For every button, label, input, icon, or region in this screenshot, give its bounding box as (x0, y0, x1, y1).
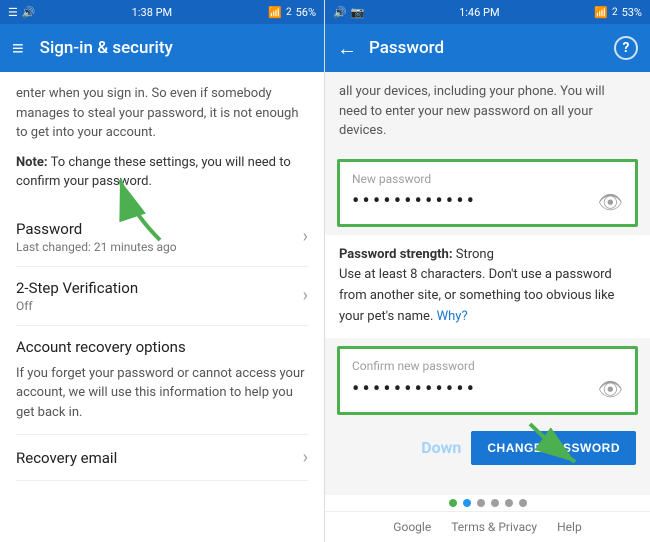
status-right-icons-left: 📶 2 56% (268, 6, 316, 19)
new-password-dots: •••••••••••• (352, 191, 477, 213)
top-bar-right: ← Password ? (325, 24, 650, 72)
wifi-icon-left: 📶 (268, 6, 282, 19)
change-password-row: Down CHANGE PASSWORD (325, 423, 650, 473)
recovery-email-info: Recovery email (16, 449, 303, 467)
battery-icon-right: 53% (622, 6, 642, 19)
battery-icon-left: 56% (296, 6, 316, 19)
why-link[interactable]: Why? (437, 309, 468, 324)
password-item-info: Password Last changed: 21 minutes ago (16, 220, 303, 254)
right-panel-title: Password (369, 38, 444, 58)
left-content: enter when you sign in. So even if someb… (0, 72, 324, 542)
dot-5 (505, 499, 513, 507)
help-icon[interactable]: ? (614, 36, 638, 60)
password-strength-section: Password strength: Strong Use at least 8… (325, 235, 650, 338)
left-panel: ☰ 🔊 1:38 PM 📶 2 56% ≡ Sign-in & security… (0, 0, 325, 542)
confirm-password-dots: •••••••••••• (352, 377, 477, 402)
strength-value: Strong (456, 247, 494, 262)
two-step-item-title: 2-Step Verification (16, 279, 303, 297)
footer-terms-link[interactable]: Terms & Privacy (451, 520, 537, 534)
intro-text: enter when you sign in. So even if someb… (16, 84, 308, 143)
two-step-chevron-icon: › (303, 285, 308, 306)
password-top-text: all your devices, including your phone. … (325, 72, 650, 151)
status-left-icons: ☰ 🔊 (8, 6, 36, 19)
dot-1 (449, 499, 457, 507)
recovery-email-menu-item[interactable]: Recovery email › (16, 435, 308, 481)
image-icon-right: 📷 (351, 6, 365, 19)
menu-status-icon: ☰ (8, 6, 18, 19)
new-password-row: •••••••••••• 👁 (352, 190, 623, 214)
top-bar-left: ≡ Sign-in & security (0, 24, 324, 72)
right-panel: 🔊 📷 1:46 PM 📶 2 53% ← Password ? all you… (325, 0, 650, 542)
watermark-text: Down (421, 438, 461, 457)
dot-indicators (325, 495, 650, 511)
password-item-title: Password (16, 220, 303, 238)
footer-help-link[interactable]: Help (557, 520, 582, 534)
strength-label: Password strength: Strong (339, 245, 636, 266)
new-password-eye-icon[interactable]: 👁 (598, 190, 623, 214)
strength-desc: Use at least 8 characters. Don't use a p… (339, 265, 636, 327)
volume-icon: 🔊 (22, 6, 36, 19)
status-bar-right: 🔊 📷 1:46 PM 📶 2 53% (325, 0, 650, 24)
back-icon[interactable]: ← (337, 36, 357, 61)
confirm-password-eye-icon[interactable]: 👁 (598, 377, 623, 401)
dot-4 (491, 499, 499, 507)
right-content: all your devices, including your phone. … (325, 72, 650, 495)
two-step-item-subtitle: Off (16, 299, 303, 313)
top-bar-left-section: ← Password (337, 36, 444, 61)
dot-6 (519, 499, 527, 507)
change-password-button[interactable]: CHANGE PASSWORD (471, 431, 636, 465)
left-panel-title: Sign-in & security (40, 38, 173, 58)
signal-icon-left: 2 (286, 7, 292, 18)
recovery-email-chevron-icon: › (303, 447, 308, 468)
password-menu-item[interactable]: Password Last changed: 21 minutes ago › (16, 208, 308, 267)
volume-icon-right: 🔊 (333, 6, 347, 19)
two-step-menu-item[interactable]: 2-Step Verification Off › (16, 267, 308, 326)
hamburger-menu-icon[interactable]: ≡ (12, 36, 24, 61)
new-password-field[interactable]: New password •••••••••••• 👁 (337, 159, 638, 227)
confirm-password-label: Confirm new password (352, 359, 623, 373)
password-chevron-icon: › (303, 226, 308, 247)
account-recovery-title: Account recovery options (16, 338, 308, 356)
account-recovery-section: Account recovery options If you forget y… (16, 326, 308, 436)
note-text: Note: To change these settings, you will… (16, 153, 308, 192)
recovery-email-title: Recovery email (16, 449, 303, 467)
new-password-label: New password (352, 172, 623, 186)
password-item-subtitle: Last changed: 21 minutes ago (16, 240, 303, 254)
status-bar-left: ☰ 🔊 1:38 PM 📶 2 56% (0, 0, 324, 24)
wifi-icon-right: 📶 (594, 6, 608, 19)
status-left-icons-right: 🔊 📷 (333, 6, 364, 19)
confirm-password-row: •••••••••••• 👁 (352, 377, 623, 402)
status-time-right: 1:46 PM (459, 6, 499, 19)
dot-3 (477, 499, 485, 507)
status-right-icons-right: 📶 2 53% (594, 6, 642, 19)
dot-2 (463, 499, 471, 507)
footer-google-link[interactable]: Google (393, 520, 431, 534)
status-time-left: 1:38 PM (132, 6, 172, 19)
account-recovery-desc: If you forget your password or cannot ac… (16, 364, 308, 423)
footer-links: Google Terms & Privacy Help (325, 511, 650, 542)
two-step-item-info: 2-Step Verification Off (16, 279, 303, 313)
signal-num-right: 2 (612, 7, 618, 18)
confirm-password-field[interactable]: Confirm new password •••••••••••• 👁 (337, 346, 638, 415)
